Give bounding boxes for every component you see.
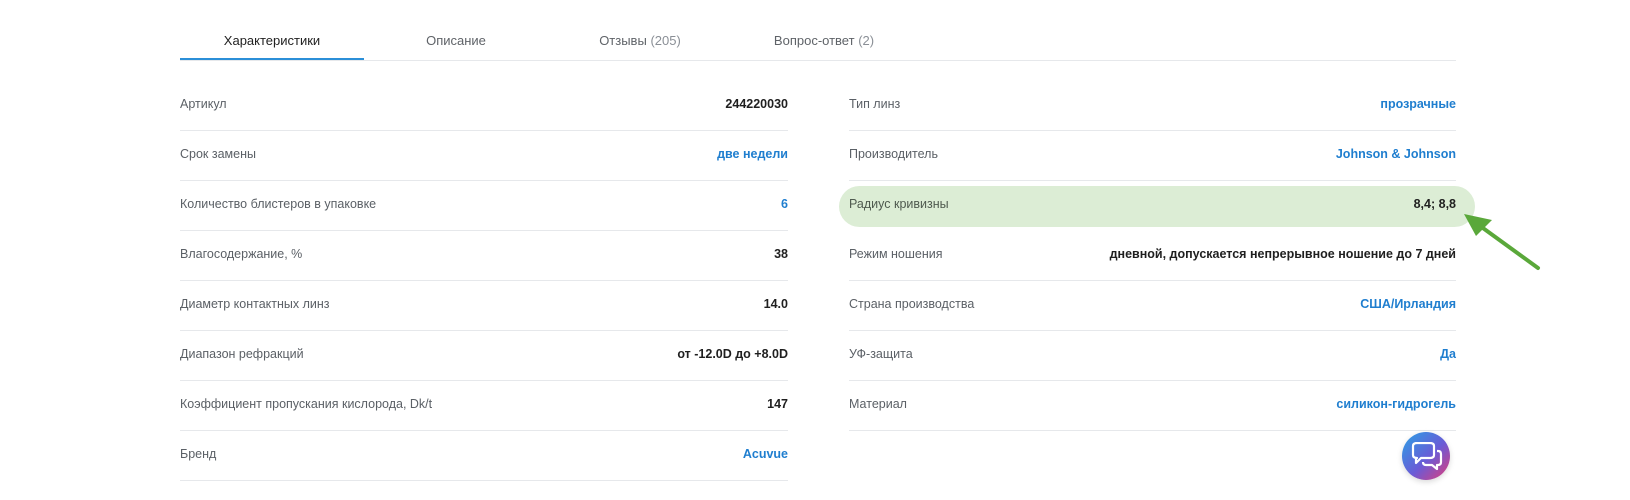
spec-label: Режим ношения (849, 247, 943, 261)
spec-row-uv: УФ-защита Да (849, 331, 1456, 381)
spec-row-oxygen: Коэффициент пропускания кислорода, Dk/t … (180, 381, 788, 431)
spec-value-link[interactable]: Johnson & Johnson (1336, 147, 1456, 161)
spec-label: Коэффициент пропускания кислорода, Dk/t (180, 397, 433, 411)
spec-value: 14.0 (763, 297, 788, 311)
spec-row-replacement: Срок замены две недели (180, 131, 788, 181)
spec-row-material: Материал силикон-гидрогель (849, 381, 1456, 431)
spec-label: УФ-защита (849, 347, 913, 361)
spec-value-link[interactable]: Да (1440, 347, 1456, 361)
tab-label: Описание (426, 33, 486, 48)
spec-label: Артикул (180, 97, 227, 111)
tab-description[interactable]: Описание (364, 20, 548, 60)
specs-left-column: Артикул 244220030 Срок замены две недели… (180, 81, 788, 481)
tab-characteristics[interactable]: Характеристики (180, 20, 364, 60)
tab-label: Вопрос-ответ (773, 33, 855, 48)
arrow-pointer-icon (1464, 214, 1540, 270)
tab-count: (205) (650, 33, 681, 48)
specs-right-column: Тип линз прозрачные Производитель Johnso… (849, 81, 1456, 431)
spec-label: Количество блистеров в упаковке (180, 197, 377, 211)
spec-row-refraction: Диапазон рефракций от -12.0D до +8.0D (180, 331, 788, 381)
spec-row-country: Страна производства США/Ирландия (849, 281, 1456, 331)
spec-value-link[interactable]: силикон-гидрогель (1336, 397, 1456, 411)
spec-value: 38 (774, 247, 788, 261)
spec-label: Радиус кривизны (849, 197, 949, 211)
spec-label: Диапазон рефракций (180, 347, 304, 361)
spec-value: дневной, допускается непрерывное ношение… (1109, 247, 1456, 261)
chat-bubbles-icon (1411, 442, 1443, 471)
spec-label: Тип линз (849, 97, 901, 111)
spec-label: Материал (849, 397, 907, 411)
spec-row-blisters: Количество блистеров в упаковке 6 (180, 181, 788, 231)
product-tabs: Характеристики Описание Отзывы (205) Воп… (180, 20, 1456, 61)
spec-value: от -12.0D до +8.0D (677, 347, 788, 361)
tab-label: Характеристики (223, 33, 321, 48)
spec-value: 8,4; 8,8 (1413, 197, 1456, 211)
spec-row-article: Артикул 244220030 (180, 81, 788, 131)
spec-value: 147 (767, 397, 788, 411)
tab-questions[interactable]: Вопрос-ответ (2) (732, 20, 916, 60)
tab-reviews[interactable]: Отзывы (205) (548, 20, 732, 60)
spec-row-lens-type: Тип линз прозрачные (849, 81, 1456, 131)
spec-row-brand: Бренд Acuvue (180, 431, 788, 481)
spec-value: 244220030 (725, 97, 788, 111)
tab-count: (2) (858, 33, 875, 48)
chat-button[interactable] (1402, 432, 1450, 480)
spec-row-moisture: Влагосодержание, % 38 (180, 231, 788, 281)
spec-row-manufacturer: Производитель Johnson & Johnson (849, 131, 1456, 181)
spec-label: Страна производства (849, 297, 975, 311)
spec-label: Влагосодержание, % (180, 247, 303, 261)
spec-value-link[interactable]: 6 (781, 197, 788, 211)
spec-value-link[interactable]: Acuvue (743, 447, 788, 461)
spec-value-link[interactable]: США/Ирландия (1360, 297, 1456, 311)
spec-label: Диаметр контактных линз (180, 297, 330, 311)
spec-row-curvature: Радиус кривизны 8,4; 8,8 (849, 181, 1456, 231)
spec-label: Срок замены (180, 147, 256, 161)
tab-label: Отзывы (599, 33, 647, 48)
spec-label: Бренд (180, 447, 217, 461)
spec-value-link[interactable]: прозрачные (1380, 97, 1456, 111)
spec-row-wear-mode: Режим ношения дневной, допускается непре… (849, 231, 1456, 281)
spec-value-link[interactable]: две недели (717, 147, 788, 161)
spec-label: Производитель (849, 147, 938, 161)
spec-row-diameter: Диаметр контактных линз 14.0 (180, 281, 788, 331)
